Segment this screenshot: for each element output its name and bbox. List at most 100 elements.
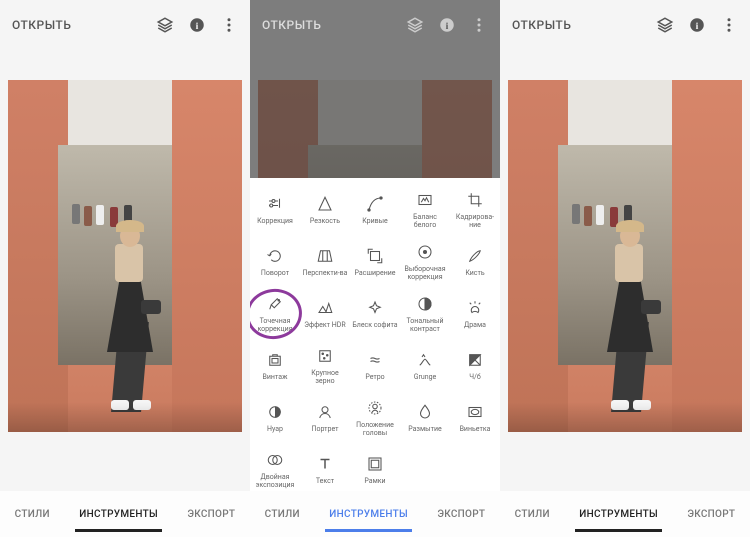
tool-grainy[interactable]: Крупное зерно xyxy=(300,340,350,392)
grainy-icon xyxy=(315,346,335,366)
more-icon[interactable] xyxy=(220,16,238,34)
header-actions: i xyxy=(156,16,238,34)
tool-label: Кадрирова-ние xyxy=(452,214,498,229)
white-balance-icon xyxy=(415,190,435,210)
glamour-icon xyxy=(365,298,385,318)
tool-label: Рамки xyxy=(364,478,385,486)
info-icon[interactable]: i xyxy=(688,16,706,34)
stack-icon[interactable] xyxy=(406,16,424,34)
tool-label: Ч/б xyxy=(469,374,481,382)
tool-label: Крупное зерно xyxy=(302,370,348,385)
stack-icon[interactable] xyxy=(156,16,174,34)
photo xyxy=(508,80,742,432)
tab-tools[interactable]: ИНСТРУМЕНТЫ xyxy=(75,503,162,526)
tab-styles[interactable]: СТИЛИ xyxy=(511,503,554,526)
drama-icon xyxy=(465,298,485,318)
tool-label: Поворот xyxy=(261,270,289,278)
tool-hdr[interactable]: Эффект HDR xyxy=(300,288,350,340)
annotation-circle xyxy=(250,285,305,342)
headpose-icon xyxy=(365,398,385,418)
tools-panel: Коррекция Резкость Кривые Баланс белогоКадр… xyxy=(250,178,500,491)
screen-main-left: ОТКРЫТЬ i СТИЛИ ИНСТРУМЕНТЫ ЭКСПОРТ xyxy=(0,0,250,537)
tool-bw[interactable]: Ч/б xyxy=(450,340,500,392)
vignette-icon xyxy=(465,402,485,422)
tool-glamour[interactable]: Блеск софита xyxy=(350,288,400,340)
blur-icon xyxy=(415,402,435,422)
tool-grunge[interactable]: Grunge xyxy=(400,340,450,392)
tool-label: Двойная экспозиция xyxy=(252,474,298,489)
double-exp-icon xyxy=(265,450,285,470)
hdr-icon xyxy=(315,298,335,318)
header-actions: i xyxy=(656,16,738,34)
tool-rotate[interactable]: Поворот xyxy=(250,236,300,288)
tool-noir[interactable]: Нуар xyxy=(250,392,300,444)
frames-icon xyxy=(365,454,385,474)
tool-retro[interactable]: Ретро xyxy=(350,340,400,392)
tool-crop[interactable]: Кадрирова-ние xyxy=(450,184,500,236)
tonal-icon xyxy=(415,294,435,314)
tool-text[interactable]: Текст xyxy=(300,444,350,491)
stack-icon[interactable] xyxy=(656,16,674,34)
tool-vintage[interactable]: Винтаж xyxy=(250,340,300,392)
tool-vignette[interactable]: Виньетка xyxy=(450,392,500,444)
tool-label: Виньетка xyxy=(460,426,491,434)
bottom-tabs: СТИЛИ ИНСТРУМЕНТЫ ЭКСПОРТ xyxy=(250,491,500,537)
perspective-icon xyxy=(315,246,335,266)
tool-label: Ретро xyxy=(365,374,384,382)
tool-label: Тональный контраст xyxy=(402,318,448,333)
info-icon[interactable]: i xyxy=(438,16,456,34)
svg-text:i: i xyxy=(446,21,449,32)
tool-tonal[interactable]: Тональный контраст xyxy=(400,288,450,340)
header: ОТКРЫТЬ i xyxy=(500,0,750,50)
more-icon[interactable] xyxy=(470,16,488,34)
open-button[interactable]: ОТКРЫТЬ xyxy=(12,18,71,32)
noir-icon xyxy=(265,402,285,422)
photo xyxy=(8,80,242,432)
tab-styles[interactable]: СТИЛИ xyxy=(11,503,54,526)
tool-sharpness[interactable]: Резкость xyxy=(300,184,350,236)
tool-label: Текст xyxy=(316,478,334,486)
tool-portrait[interactable]: Портрет xyxy=(300,392,350,444)
tab-styles[interactable]: СТИЛИ xyxy=(261,503,304,526)
brush-icon xyxy=(465,246,485,266)
open-button[interactable]: ОТКРЫТЬ xyxy=(262,18,321,32)
image-canvas[interactable] xyxy=(0,50,250,491)
tool-label: Кисть xyxy=(465,270,484,278)
tool-blur[interactable]: Размытие xyxy=(400,392,450,444)
tool-label: Кривые xyxy=(362,218,388,226)
tab-export[interactable]: ЭКСПОРТ xyxy=(183,503,239,526)
more-icon[interactable] xyxy=(720,16,738,34)
tab-tools[interactable]: ИНСТРУМЕНТЫ xyxy=(325,503,412,526)
tab-tools[interactable]: ИНСТРУМЕНТЫ xyxy=(575,503,662,526)
tool-white-balance[interactable]: Баланс белого xyxy=(400,184,450,236)
tool-label: Резкость xyxy=(310,218,340,226)
tab-export[interactable]: ЭКСПОРТ xyxy=(683,503,739,526)
image-canvas[interactable] xyxy=(500,50,750,491)
retro-icon xyxy=(365,350,385,370)
curves-icon xyxy=(365,194,385,214)
tool-selective[interactable]: Выборочная коррекция xyxy=(400,236,450,288)
tool-perspective[interactable]: Перспекти-ва xyxy=(300,236,350,288)
tool-frames[interactable]: Рамки xyxy=(350,444,400,491)
open-button[interactable]: ОТКРЫТЬ xyxy=(512,18,571,32)
tools-grid: Коррекция Резкость Кривые Баланс белогоКадр… xyxy=(250,184,500,491)
tool-brush[interactable]: Кисть xyxy=(450,236,500,288)
tool-label: Размытие xyxy=(408,426,442,434)
info-icon[interactable]: i xyxy=(188,16,206,34)
header: ОТКРЫТЬ i xyxy=(250,0,500,50)
bottom-tabs: СТИЛИ ИНСТРУМЕНТЫ ЭКСПОРТ xyxy=(500,491,750,537)
tool-healing[interactable]: Точечная коррекция xyxy=(250,288,300,340)
sharpness-icon xyxy=(315,194,335,214)
bottom-tabs: СТИЛИ ИНСТРУМЕНТЫ ЭКСПОРТ xyxy=(0,491,250,537)
crop-icon xyxy=(465,190,485,210)
correction-icon xyxy=(265,194,285,214)
selective-icon xyxy=(415,242,435,262)
tool-correction[interactable]: Коррекция xyxy=(250,184,300,236)
tool-drama[interactable]: Драма xyxy=(450,288,500,340)
tool-headpose[interactable]: Положение головы xyxy=(350,392,400,444)
tool-expand[interactable]: Расширение xyxy=(350,236,400,288)
tool-curves[interactable]: Кривые xyxy=(350,184,400,236)
rotate-icon xyxy=(265,246,285,266)
tool-double-exp[interactable]: Двойная экспозиция xyxy=(250,444,300,491)
tab-export[interactable]: ЭКСПОРТ xyxy=(433,503,489,526)
